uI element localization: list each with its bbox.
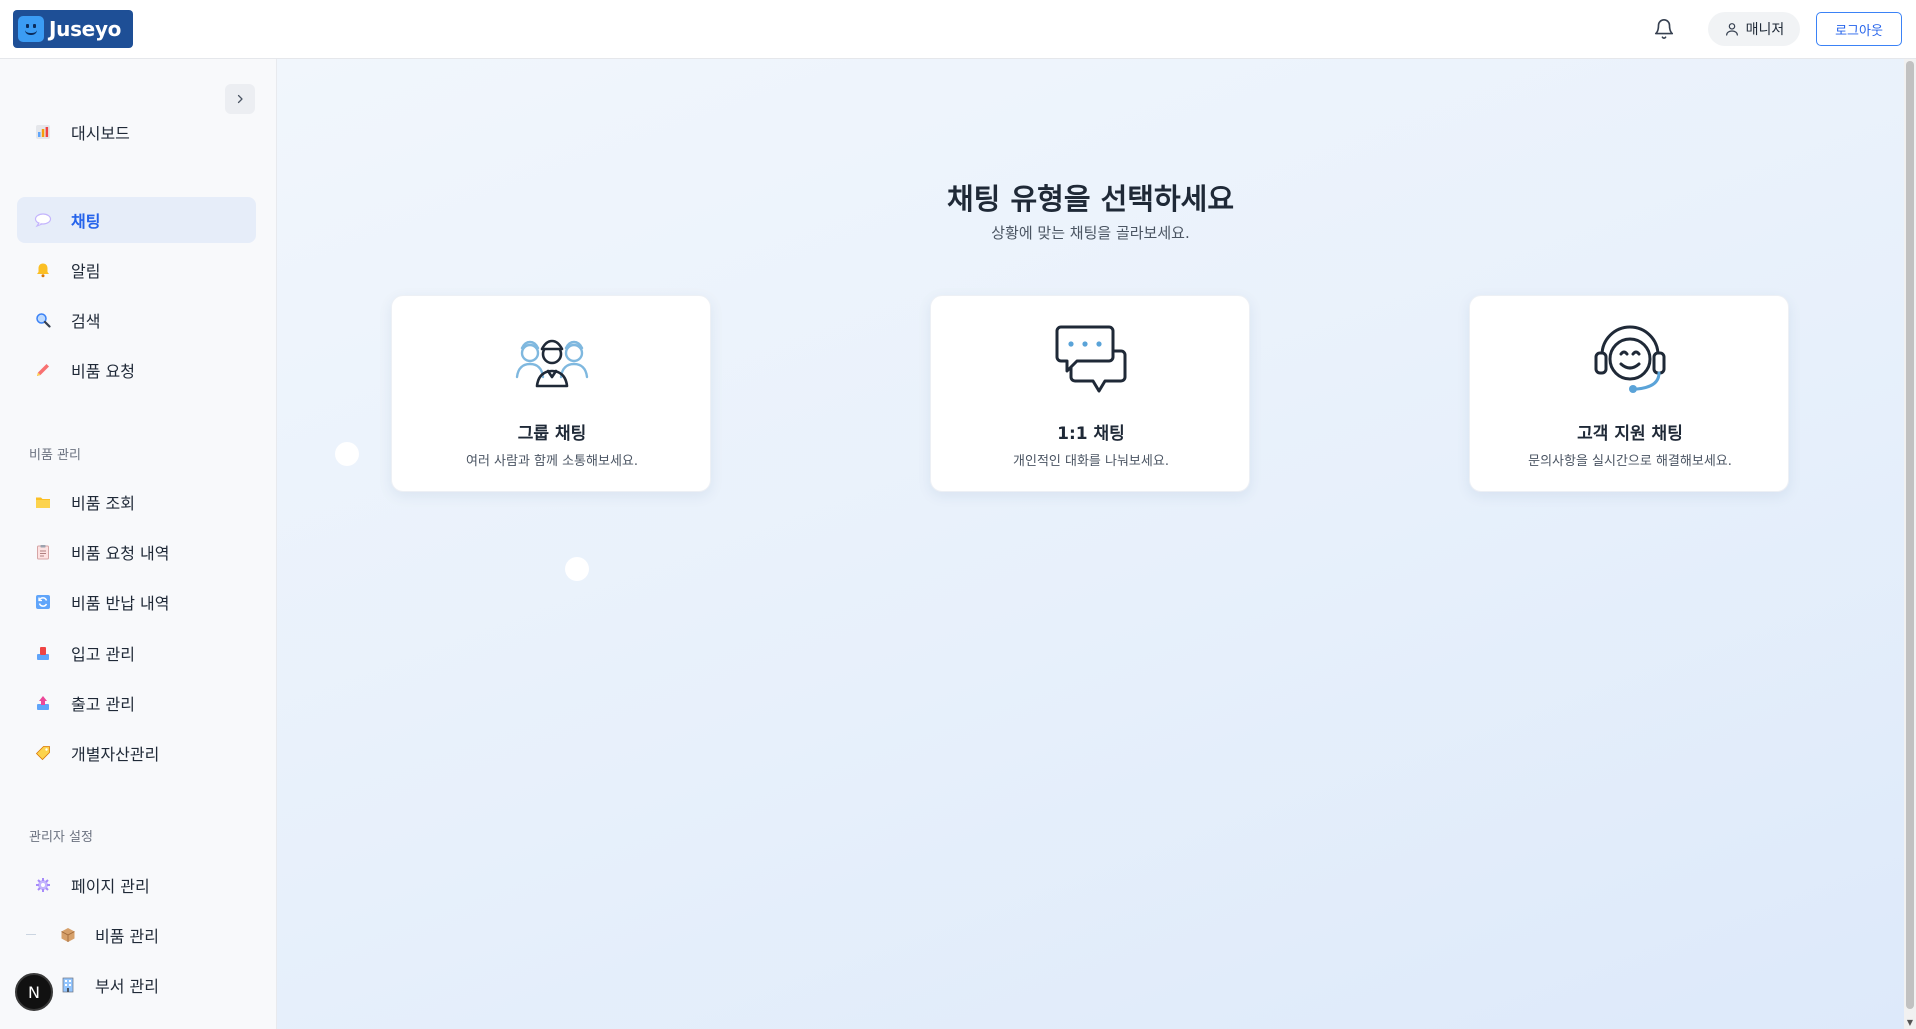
page-scrollbar[interactable]: ▼ [1904,59,1916,1029]
sidebar-item-label: 대시보드 [71,124,130,143]
inbox-tray-icon [34,644,52,662]
logout-button[interactable]: 로그아웃 [1816,12,1902,46]
user-menu-button[interactable]: 매니저 [1708,12,1800,46]
sidebar-item-search[interactable]: 검색 [17,297,256,343]
logo-text: Juseyo [49,17,122,41]
scrollbar-thumb[interactable] [1906,61,1914,1009]
sidebar-item-label: 비품 반납 내역 [71,594,170,613]
magnifier-icon [34,311,52,329]
sidebar-item-label: 비품 요청 내역 [71,544,170,563]
bell-icon [1654,19,1674,39]
sidebar-item-request-history[interactable]: 비품 요청 내역 [17,529,256,575]
card-description: 개인적인 대화를 나눠보세요. [1013,454,1169,469]
sidebar-item-return-history[interactable]: 비품 반납 내역 [17,579,256,625]
card-title: 고객 지원 채팅 [1577,424,1683,444]
card-description: 문의사항을 실시간으로 해결해보세요. [1528,454,1732,469]
sidebar-item-inbound[interactable]: 입고 관리 [17,630,256,676]
sidebar-item-label: 비품 조회 [71,494,135,513]
folder-icon [34,493,52,511]
chevron-right-icon [237,94,243,104]
decorative-bubble [565,557,589,581]
tag-icon [34,744,52,762]
page-title: 채팅 유형을 선택하세요 [947,182,1234,216]
sidebar-item-supply-admin[interactable]: 비품 관리 [17,912,256,958]
speech-bubble-icon [34,211,52,229]
sidebar-item-label: 검색 [71,312,101,331]
one-on-one-chat-card[interactable]: 1:1 채팅 개인적인 대화를 나눠보세요. [930,295,1250,492]
sidebar-item-label: 알림 [71,262,101,281]
sidebar-item-label: 채팅 [71,212,101,231]
sidebar-item-asset-management[interactable]: 개별자산관리 [17,730,256,776]
sidebar-item-chat[interactable]: 채팅 [17,197,256,243]
bar-chart-icon [34,123,52,141]
sidebar-item-outbound[interactable]: 출고 관리 [17,680,256,726]
logo-face-icon [18,16,44,42]
top-navigation-bar: Juseyo 매니저 로그아웃 [0,0,1916,59]
notification-bell-button[interactable] [1651,16,1677,42]
sidebar-item-department-admin[interactable]: 부서 관리 [17,962,256,1008]
sidebar-item-page-management[interactable]: 페이지 관리 [17,862,256,908]
sidebar-item-label: 개별자산관리 [71,745,160,764]
sidebar-item-label: 입고 관리 [71,645,135,664]
card-title: 그룹 채팅 [517,424,587,444]
sidebar-item-label: 비품 관리 [95,927,159,946]
customer-support-chat-card[interactable]: 고객 지원 채팅 문의사항을 실시간으로 해결해보세요. [1469,295,1789,492]
clipboard-icon [34,543,52,561]
card-title: 1:1 채팅 [1057,424,1125,444]
building-icon [59,976,77,994]
sidebar-item-label: 페이지 관리 [71,877,150,896]
sidebar-item-label: 비품 요청 [71,362,135,381]
group-chat-card[interactable]: 그룹 채팅 여러 사람과 함께 소통해보세요. [391,295,711,492]
sidebar-item-dashboard[interactable]: 대시보드 [17,109,256,155]
bell-icon [34,261,52,279]
sidebar-item-supply-view[interactable]: 비품 조회 [17,479,256,525]
tree-connector [26,934,36,935]
scroll-down-arrow-icon[interactable]: ▼ [1905,1017,1915,1027]
user-icon [1725,23,1738,36]
headset-support-icon [1594,325,1666,393]
chat-bubbles-icon [1055,325,1127,393]
floating-n-badge-button[interactable]: N [15,973,53,1011]
decorative-bubble [335,442,359,466]
refresh-icon [34,593,52,611]
sidebar-section-supplies: 비품 관리 [29,448,81,463]
main-content: 채팅 유형을 선택하세요 상황에 맞는 채팅을 골라보세요. 그룹 채팅 여러 … [277,59,1904,1029]
card-description: 여러 사람과 함께 소통해보세요. [465,454,638,469]
user-role-label: 매니저 [1745,22,1785,38]
gear-icon [34,876,52,894]
sidebar-item-label: 부서 관리 [95,977,159,996]
sidebar-item-label: 출고 관리 [71,695,135,714]
sidebar-item-notifications[interactable]: 알림 [17,247,256,293]
group-people-icon [515,339,589,388]
sidebar: 대시보드 채팅 알림 검색 비품 요청 비품 관리 비품 조회 비품 요청 내역… [0,59,277,1029]
sidebar-section-admin: 관리자 설정 [29,830,93,845]
pencil-icon [34,361,52,379]
app-logo[interactable]: Juseyo [13,10,133,48]
outbox-tray-icon [34,694,52,712]
page-subtitle: 상황에 맞는 채팅을 골라보세요. [991,224,1190,242]
sidebar-item-supply-request[interactable]: 비품 요청 [17,347,256,393]
package-icon [59,926,77,944]
